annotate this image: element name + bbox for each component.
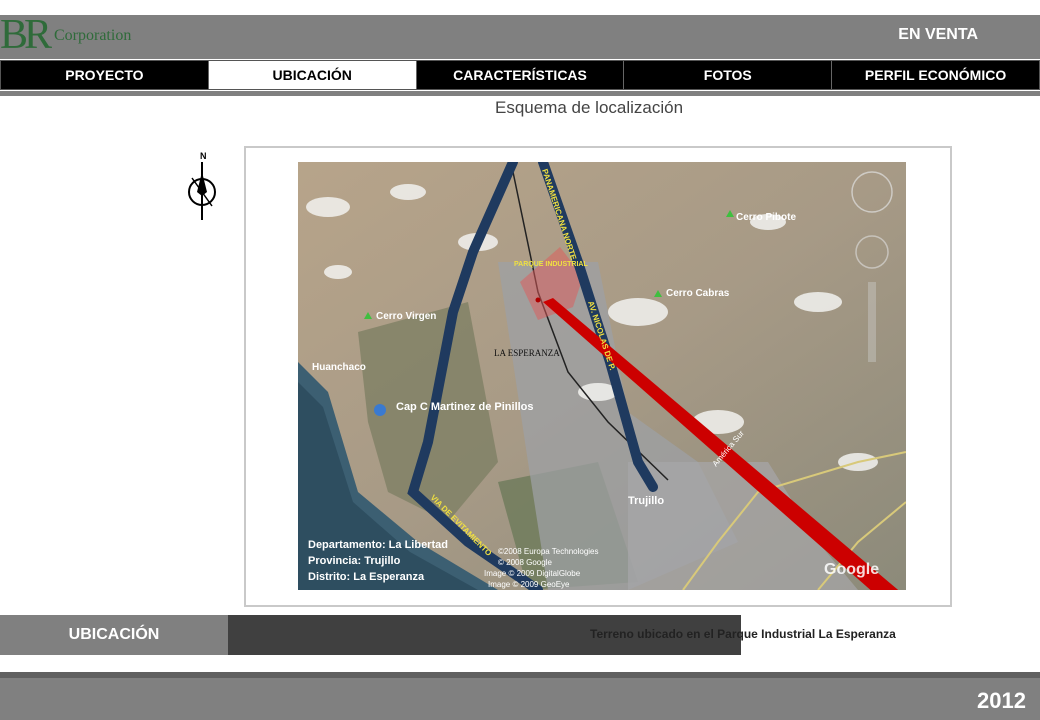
tab-underline	[0, 91, 1040, 96]
label-copyright-4: Image © 2009 GeoEye	[488, 580, 570, 589]
tab-fotos[interactable]: FOTOS	[624, 61, 833, 89]
label-cerro-pibote: Cerro Pibote	[736, 212, 796, 223]
section-label: UBICACIÓN	[0, 615, 228, 655]
label-copyright-3: Image © 2009 DigitalGlobe	[484, 569, 581, 578]
tab-perfil-economico[interactable]: PERFIL ECONÓMICO	[832, 61, 1039, 89]
label-copyright-2: © 2008 Google	[498, 558, 552, 567]
header-bar	[0, 15, 1040, 59]
main-tabs: PROYECTO UBICACIÓN CARACTERÍSTICAS FOTOS…	[0, 60, 1040, 90]
info-distrito: Distrito: La Esperanza	[308, 571, 425, 583]
tab-proyecto[interactable]: PROYECTO	[1, 61, 209, 89]
logo-text: Corporation	[54, 27, 132, 44]
info-departamento: Departamento: La Libertad	[308, 539, 448, 551]
label-copyright-1: ©2008 Europa Technologies	[498, 547, 599, 556]
page-subtitle: Esquema de localización	[495, 98, 684, 117]
terrain-note: Terreno ubicado en el Parque Industrial …	[590, 627, 896, 641]
label-parque: PARQUE INDUSTRIAL	[514, 261, 588, 268]
label-cerro-cabras: Cerro Cabras	[666, 288, 730, 299]
compass-letter: N	[200, 151, 207, 161]
sale-status: EN VENTA	[898, 26, 978, 43]
footer-year: 2012	[977, 688, 1026, 713]
logo-mark: BR	[0, 12, 52, 58]
location-map: PANAMERICANA NORTE AV. NICOLAS DE P. VIA…	[298, 162, 906, 590]
tab-caracteristicas[interactable]: CARACTERÍSTICAS	[416, 61, 625, 89]
label-la-esperanza: LA ESPERANZA	[494, 348, 560, 358]
north-compass-icon: N	[180, 150, 224, 222]
br-corporation-logo: BR Corporation	[0, 14, 140, 56]
label-cerro-virgen: Cerro Virgen	[376, 311, 436, 322]
label-trujillo: Trujillo	[628, 495, 664, 507]
label-huanchaco: Huanchaco	[312, 362, 366, 373]
footer-bar	[0, 672, 1040, 720]
label-cap-martinez: Cap C Martinez de Pinillos	[396, 401, 534, 413]
google-logo: Google	[824, 561, 879, 578]
info-provincia: Provincia: Trujillo	[308, 555, 401, 567]
tab-ubicacion[interactable]: UBICACIÓN	[208, 61, 417, 89]
